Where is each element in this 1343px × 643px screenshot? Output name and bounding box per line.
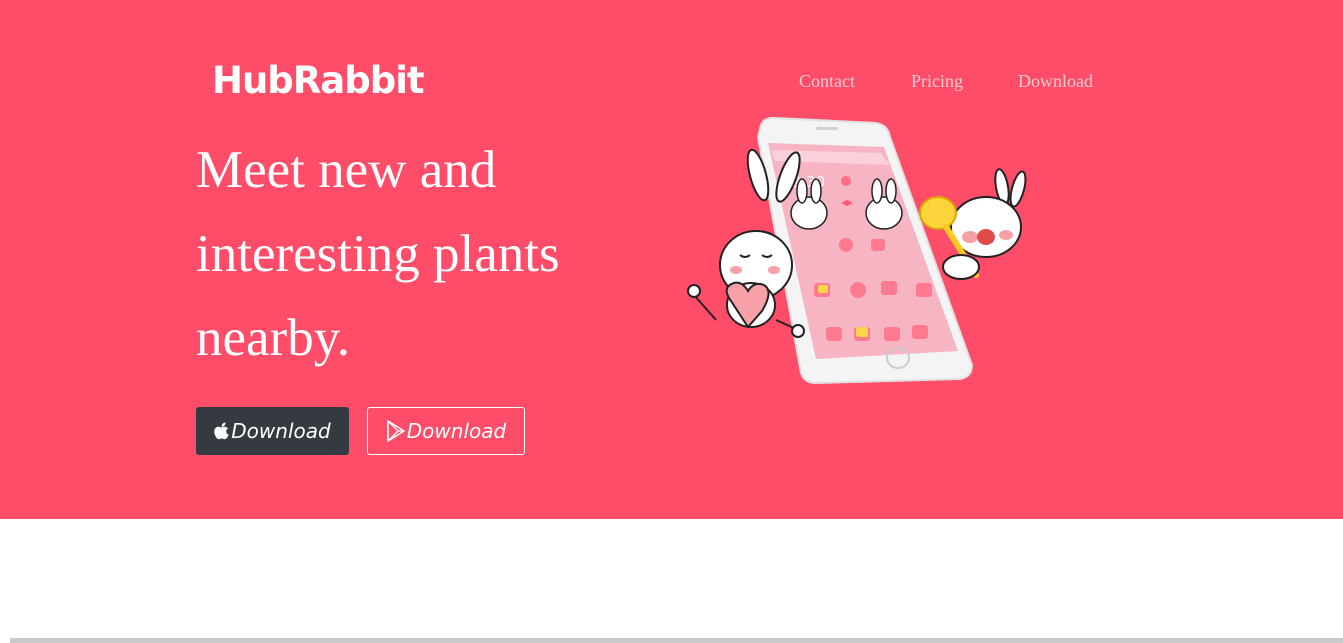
hero-section: HubRabbit Contact Pricing Download Meet … — [0, 0, 1343, 519]
play-store-icon — [386, 420, 406, 442]
play-download-label: Download — [406, 419, 507, 443]
hero-headline: Meet new and interesting plants nearby. — [196, 141, 560, 367]
nav-link-download[interactable]: Download — [1018, 70, 1093, 92]
apple-icon — [214, 422, 230, 440]
phone-rabbits-illustration: 12:30 — [676, 115, 1056, 395]
rabbit-with-spoon-illustration — [919, 168, 1027, 280]
brand-logo[interactable]: HubRabbit — [212, 58, 425, 104]
play-store-download-button[interactable]: Download — [367, 407, 525, 455]
apple-download-button[interactable]: Download — [196, 407, 349, 455]
nav-link-pricing[interactable]: Pricing — [911, 70, 963, 92]
apple-download-label: Download — [231, 419, 331, 443]
horizontal-scrollbar[interactable] — [10, 638, 1343, 643]
nav-link-contact[interactable]: Contact — [799, 70, 855, 92]
